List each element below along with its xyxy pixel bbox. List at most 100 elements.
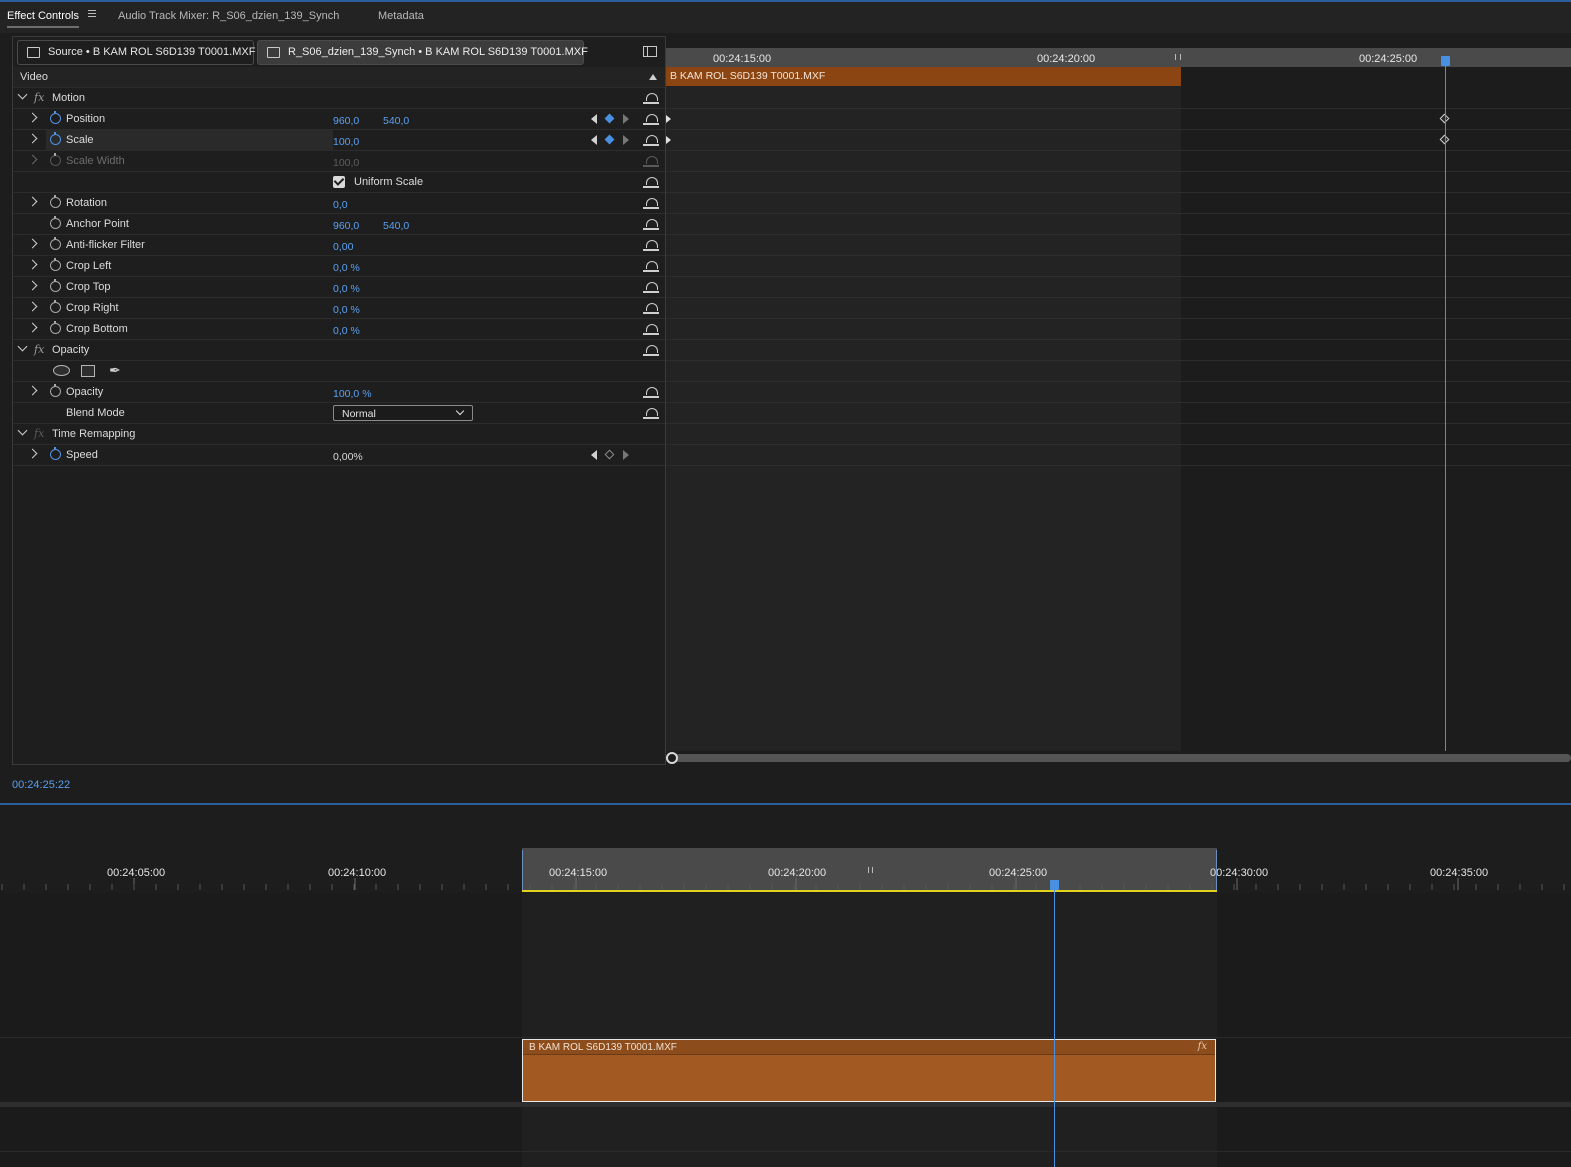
reset-icon[interactable]: [643, 238, 659, 251]
reset-icon[interactable]: [643, 196, 659, 209]
anchor-x-value[interactable]: 960,0: [333, 220, 359, 232]
chevron-down-icon[interactable]: [17, 341, 28, 352]
fx-icon[interactable]: fx: [34, 91, 44, 104]
stopwatch-icon[interactable]: [50, 132, 61, 145]
reset-icon[interactable]: [643, 343, 659, 356]
blend-mode-select[interactable]: Normal: [333, 405, 473, 421]
panel-menu-icon[interactable]: [88, 10, 96, 18]
speed-value[interactable]: 0,00%: [333, 451, 363, 463]
effect-controls-panel: Source • B KAM ROL S6D139 T0001.MXF R_S0…: [12, 36, 666, 765]
stopwatch-icon[interactable]: [50, 447, 61, 460]
chevron-right-icon[interactable]: [27, 385, 38, 396]
reset-icon[interactable]: [643, 406, 659, 419]
reset-icon: [643, 154, 659, 167]
param-anti-flicker: Anti-flicker Filter 0,00: [13, 235, 665, 256]
ruler-label: 00:24:25:00: [1359, 53, 1418, 65]
opacity-value[interactable]: 100,0 %: [333, 388, 372, 400]
prev-keyframe-icon[interactable]: [591, 114, 597, 124]
ruler-label: 00:24:20:00: [1037, 53, 1096, 65]
stopwatch-icon[interactable]: [50, 384, 61, 397]
ec-zoom-scrollbar[interactable]: [670, 754, 1571, 762]
rotation-value[interactable]: 0,0: [333, 199, 348, 211]
tab-metadata[interactable]: Metadata: [378, 10, 424, 22]
reset-icon[interactable]: [643, 385, 659, 398]
chevron-right-icon[interactable]: [27, 196, 38, 207]
fx-icon: fx: [34, 427, 45, 440]
collapse-arrow-icon[interactable]: [649, 74, 657, 80]
reset-icon[interactable]: [643, 301, 659, 314]
stopwatch-icon[interactable]: [50, 237, 61, 250]
chevron-right-icon[interactable]: [27, 259, 38, 270]
param-rotation: Rotation 0,0: [13, 193, 665, 214]
stopwatch-icon[interactable]: [50, 300, 61, 313]
reset-icon[interactable]: [643, 91, 659, 104]
stopwatch-icon[interactable]: [50, 216, 61, 229]
chevron-right-icon[interactable]: [27, 280, 38, 291]
scale-width-value: 100,0: [333, 157, 360, 169]
next-keyframe-icon[interactable]: [623, 114, 629, 124]
reset-icon[interactable]: [643, 217, 659, 230]
toggle-timeline-view-icon[interactable]: [643, 46, 657, 57]
stopwatch-icon[interactable]: [50, 321, 61, 334]
sequence-clip-tab[interactable]: R_S06_dzien_139_Synch • B KAM ROL S6D139…: [257, 40, 588, 65]
clip-start-marker-icon: [666, 136, 671, 144]
prev-keyframe-icon[interactable]: [591, 135, 597, 145]
rectangle-mask-icon[interactable]: [81, 365, 95, 377]
position-x-value[interactable]: 960,0: [333, 115, 359, 127]
scale-value[interactable]: 100,0: [333, 136, 359, 148]
reset-icon[interactable]: [643, 322, 659, 335]
pen-mask-icon[interactable]: ✒: [109, 362, 121, 379]
reset-icon[interactable]: [643, 259, 659, 272]
crop-left-value[interactable]: 0,0 %: [333, 262, 360, 274]
crop-right-value[interactable]: 0,0 %: [333, 304, 360, 316]
ellipse-mask-icon[interactable]: [53, 365, 70, 376]
chevron-right-icon[interactable]: [27, 301, 38, 312]
ec-playhead[interactable]: [1441, 56, 1450, 66]
add-keyframe-icon[interactable]: [604, 113, 615, 124]
anti-flicker-value[interactable]: 0,00: [333, 241, 353, 253]
reset-icon[interactable]: [643, 175, 659, 188]
reset-icon[interactable]: [643, 112, 659, 125]
ec-time-ruler[interactable]: 00:24:15:00 00:24:20:00 00:24:25:00: [666, 48, 1571, 67]
crop-top-value[interactable]: 0,0 %: [333, 283, 360, 295]
effect-opacity[interactable]: fx Opacity: [13, 340, 665, 361]
reset-icon[interactable]: [643, 133, 659, 146]
in-point-marker[interactable]: [522, 850, 523, 890]
effect-motion[interactable]: fx Motion: [13, 88, 665, 109]
chevron-right-icon[interactable]: [27, 133, 38, 144]
ec-clip-bar[interactable]: B KAM ROL S6D139 T0001.MXF: [666, 67, 1181, 86]
anchor-y-value[interactable]: 540,0: [383, 220, 409, 232]
chevron-down-icon[interactable]: [17, 425, 28, 436]
chevron-right-icon[interactable]: [27, 322, 38, 333]
chevron-right-icon[interactable]: [27, 448, 38, 459]
stopwatch-icon[interactable]: [50, 111, 61, 124]
reset-icon[interactable]: [643, 280, 659, 293]
position-y-value[interactable]: 540,0: [383, 115, 409, 127]
add-keyframe-icon[interactable]: [604, 449, 615, 460]
sequence-playhead[interactable]: [1050, 880, 1059, 890]
effect-time-remapping[interactable]: fx Time Remapping: [13, 424, 665, 445]
crop-bottom-value[interactable]: 0,0 %: [333, 325, 360, 337]
timeline-clip[interactable]: B KAM ROL S6D139 T0001.MXF fx: [522, 1039, 1216, 1102]
next-keyframe-icon[interactable]: [623, 135, 629, 145]
stopwatch-icon[interactable]: [50, 258, 61, 271]
mask-tools-row: ✒: [13, 361, 665, 382]
source-clip-tab[interactable]: Source • B KAM ROL S6D139 T0001.MXF: [17, 40, 255, 65]
fx-icon[interactable]: fx: [34, 343, 44, 356]
chevron-right-icon[interactable]: [27, 238, 38, 249]
ec-zoom-handle[interactable]: [666, 752, 678, 764]
fx-badge-icon[interactable]: fx: [1198, 1041, 1207, 1052]
add-keyframe-icon[interactable]: [604, 134, 615, 145]
tab-audio-track-mixer[interactable]: Audio Track Mixer: R_S06_dzien_139_Synch: [118, 10, 339, 22]
prev-keyframe-icon[interactable]: [591, 450, 597, 460]
tab-effect-controls[interactable]: Effect Controls: [7, 10, 79, 28]
next-keyframe-icon[interactable]: [623, 450, 629, 460]
chevron-right-icon[interactable]: [27, 112, 38, 123]
chevron-down-icon[interactable]: [17, 89, 28, 100]
stopwatch-icon[interactable]: [50, 279, 61, 292]
current-timecode[interactable]: 00:24:25:22: [12, 779, 70, 791]
uniform-scale-checkbox[interactable]: [333, 176, 345, 188]
sequence-playhead-line: [1054, 890, 1055, 1167]
stopwatch-icon[interactable]: [50, 195, 61, 208]
out-point-marker[interactable]: [1216, 850, 1217, 890]
